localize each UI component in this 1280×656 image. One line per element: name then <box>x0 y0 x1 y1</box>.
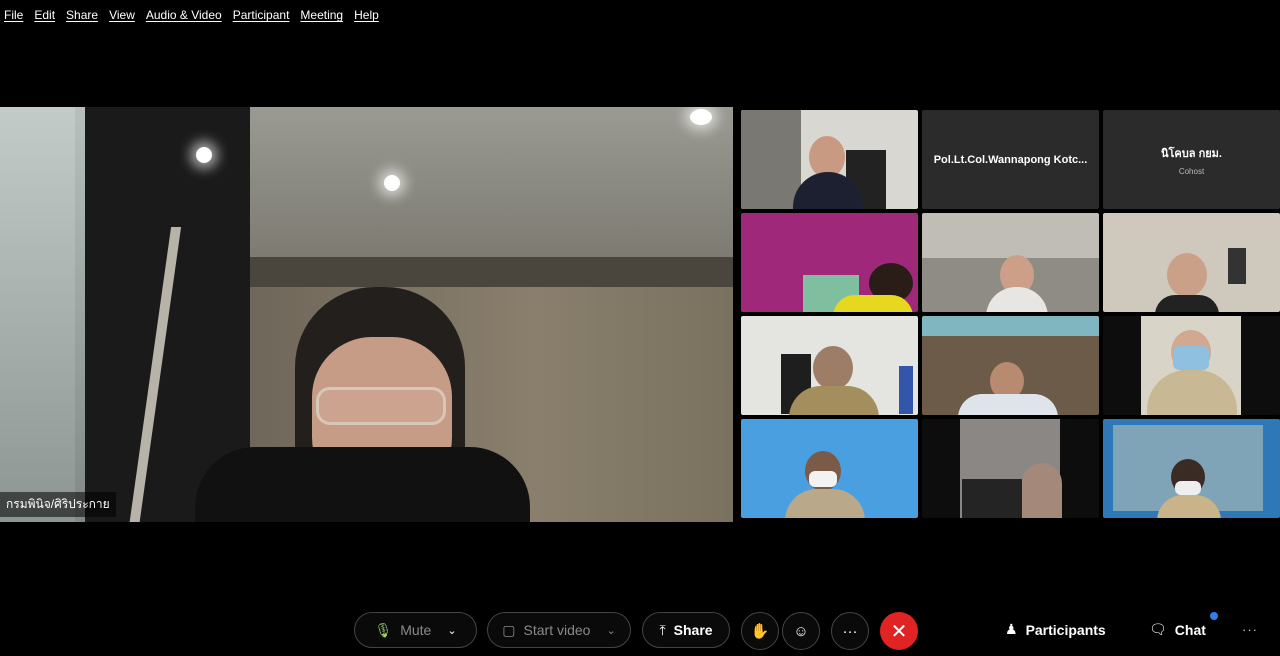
participants-icon: ♟ <box>1005 621 1018 637</box>
ceiling-light <box>690 109 712 125</box>
participant-tile[interactable] <box>741 316 918 415</box>
more-options-button[interactable]: ··· <box>831 612 869 650</box>
menu-share[interactable]: Share <box>62 8 105 22</box>
participants-label: Participants <box>1025 621 1106 638</box>
menu-help[interactable]: Help <box>350 8 386 22</box>
participant-tile[interactable] <box>1103 316 1280 415</box>
mute-label: Mute <box>400 622 432 638</box>
more-icon: ··· <box>842 622 858 640</box>
chat-button[interactable]: 🗨 Chat <box>1149 621 1206 638</box>
participant-gallery: Pol.Lt.Col.Wannapong Kotc... นิโคบล กยม.… <box>741 110 1280 520</box>
participant-role: Cohost <box>1178 166 1205 176</box>
menu-view[interactable]: View <box>105 8 142 22</box>
share-button[interactable]: ⤒ Share <box>642 612 730 648</box>
participant-name: นิโคบล กยม. <box>1161 147 1222 160</box>
reaction-icon: ☺ <box>793 622 809 640</box>
speaker-glasses <box>316 387 446 425</box>
participant-tile[interactable] <box>741 110 918 209</box>
speaker-body <box>195 447 530 522</box>
toolbar-overflow-button[interactable]: ··· <box>1242 622 1258 637</box>
chat-icon: 🗨 <box>1149 621 1167 637</box>
participant-tile[interactable] <box>1103 213 1280 312</box>
video-background-glass <box>0 107 85 522</box>
participant-tile[interactable] <box>922 316 1099 415</box>
participant-tile[interactable]: นิโคบล กยม. Cohost <box>1103 110 1280 209</box>
menu-file[interactable]: File <box>0 8 30 22</box>
end-call-icon: ✕ <box>890 620 908 643</box>
start-video-button[interactable]: ▢ Start video ⌄ <box>487 612 631 648</box>
participant-name: Pol.Lt.Col.Wannapong Kotc... <box>933 153 1088 166</box>
speaker-name-tag: กรมพินิจ/ศิริประกาย <box>0 492 116 517</box>
menu-participant[interactable]: Participant <box>229 8 297 22</box>
menu-audio-video[interactable]: Audio & Video <box>142 8 229 22</box>
microphone-icon: 🎙 <box>374 621 393 638</box>
start-video-label: Start video <box>523 622 591 638</box>
participants-button[interactable]: ♟ Participants <box>1005 621 1106 638</box>
menu-bar: File Edit Share View Audio & Video Parti… <box>0 0 386 30</box>
raise-hand-icon: ✋ <box>750 623 770 640</box>
participant-tile[interactable] <box>741 213 918 312</box>
ceiling-light <box>384 175 400 191</box>
participant-tile[interactable] <box>922 419 1099 518</box>
share-label: Share <box>673 622 713 638</box>
ceiling-light <box>196 147 212 163</box>
video-off-icon: ▢ <box>502 621 516 638</box>
chat-label: Chat <box>1174 621 1206 638</box>
reactions-button[interactable]: ☺ <box>782 612 820 650</box>
meeting-toolbar: 🎙 Mute ⌄ ▢ Start video ⌄ ⤒ Share ✋ ☺ ···… <box>0 612 1280 650</box>
chevron-down-icon[interactable]: ⌄ <box>606 624 615 637</box>
menu-edit[interactable]: Edit <box>30 8 62 22</box>
participant-tile[interactable]: Pol.Lt.Col.Wannapong Kotc... <box>922 110 1099 209</box>
end-call-button[interactable]: ✕ <box>880 612 918 650</box>
share-screen-icon: ⤒ <box>659 621 666 638</box>
participant-tile[interactable] <box>922 213 1099 312</box>
menu-meeting[interactable]: Meeting <box>296 8 350 22</box>
participant-tile[interactable] <box>741 419 918 518</box>
mute-button[interactable]: 🎙 Mute ⌄ <box>354 612 477 648</box>
participant-tile[interactable] <box>1103 419 1280 518</box>
chevron-down-icon[interactable]: ⌄ <box>447 624 456 637</box>
chat-notification-dot <box>1210 612 1218 620</box>
raise-hand-button[interactable]: ✋ <box>741 612 779 650</box>
active-speaker-video[interactable]: กรมพินิจ/ศิริประกาย <box>0 107 733 522</box>
